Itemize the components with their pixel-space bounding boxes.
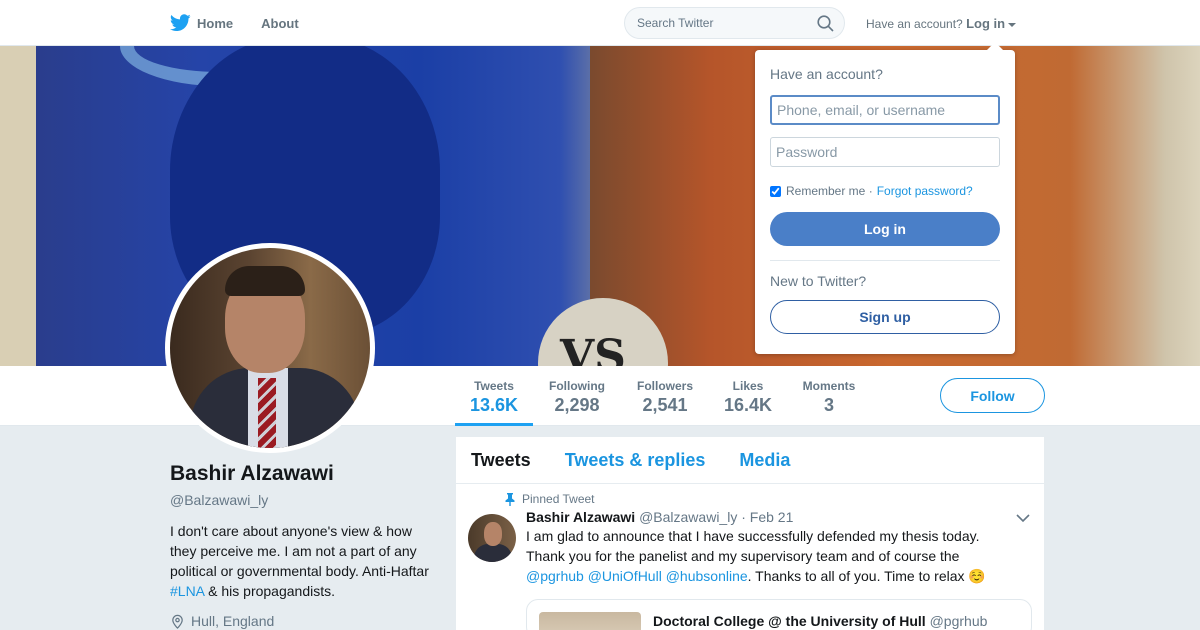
stat-moments[interactable]: Moments 3 xyxy=(797,366,861,426)
stat-followers[interactable]: Followers 2,541 xyxy=(630,366,700,426)
avatar-hair xyxy=(225,266,305,296)
location-text: Hull, England xyxy=(191,613,275,629)
tweet-text: I am glad to announce that I have succes… xyxy=(526,526,1032,586)
login-button[interactable]: Log in xyxy=(770,212,1000,246)
tweet-avatar-suit xyxy=(474,544,512,562)
tweet-text-part: . Thanks to all of you. Time to relax ☺️ xyxy=(747,568,986,584)
pin-icon xyxy=(505,492,515,506)
stat-tweets[interactable]: Tweets 13.6K xyxy=(455,366,533,426)
search-box xyxy=(624,7,845,39)
nav-home-link[interactable]: Home xyxy=(170,14,233,32)
forgot-password-link[interactable]: Forgot password? xyxy=(877,184,973,198)
profile-avatar[interactable] xyxy=(165,243,375,453)
account-prompt: Have an account? xyxy=(866,17,963,31)
dropdown-divider xyxy=(770,260,1000,261)
timeline-tabs: Tweets Tweets & replies Media xyxy=(456,437,1044,484)
quoted-author-handle: @pgrhub xyxy=(929,613,988,629)
stat-label: Following xyxy=(549,379,605,393)
tab-tweets-and-replies[interactable]: Tweets & replies xyxy=(565,450,706,471)
login-link-label: Log in xyxy=(966,16,1006,31)
stat-likes[interactable]: Likes 16.4K xyxy=(718,366,778,426)
tab-tweets[interactable]: Tweets xyxy=(471,450,531,471)
avatar-tie xyxy=(258,378,276,448)
quoted-tweet-image xyxy=(539,612,641,630)
profile-handle[interactable]: @Balzawawi_ly xyxy=(170,492,440,508)
search-input[interactable] xyxy=(637,16,807,30)
caret-down-icon xyxy=(1008,22,1017,27)
tweet-author-handle[interactable]: @Balzawawi_ly xyxy=(639,509,737,525)
nav-about-link[interactable]: About xyxy=(261,16,299,31)
top-navigation-bar: Home About Have an account? Log in xyxy=(0,0,1200,46)
location-pin-icon xyxy=(172,614,183,629)
mention-link[interactable]: @hubsonline xyxy=(666,568,748,584)
tweet-text-part: I am glad to announce that I have succes… xyxy=(526,528,980,564)
nav-about-label: About xyxy=(261,15,299,31)
quoted-tweet-author: Doctoral College @ the University of Hul… xyxy=(653,613,987,629)
login-dropdown: Have an account? Remember me · Forgot pa… xyxy=(755,42,1015,354)
stat-label: Tweets xyxy=(474,379,514,393)
timeline: Tweets Tweets & replies Media Pinned Twe… xyxy=(456,437,1044,630)
mention-link[interactable]: @UniOfHull xyxy=(588,568,662,584)
quoted-tweet-card[interactable]: Doctoral College @ the University of Hul… xyxy=(526,599,1032,630)
profile-location: Hull, England xyxy=(170,613,440,629)
tweet-date[interactable]: · Feb 21 xyxy=(741,509,793,525)
remember-row: Remember me · Forgot password? xyxy=(770,184,973,198)
stat-value: 2,298 xyxy=(554,395,600,415)
login-toggle[interactable]: Have an account? Log in xyxy=(866,16,1017,31)
nav-left-group: Home About xyxy=(170,0,327,46)
bio-text: I don't care about anyone's view & how t… xyxy=(170,523,429,579)
quoted-author-name: Doctoral College @ the University of Hul… xyxy=(653,613,926,629)
tab-media[interactable]: Media xyxy=(739,450,790,471)
profile-name[interactable]: Bashir Alzawawi xyxy=(170,462,440,486)
signup-button[interactable]: Sign up xyxy=(770,300,1000,334)
dropdown-title: Have an account? xyxy=(770,66,883,82)
vs-text: VS xyxy=(560,331,626,366)
tweet-header: Bashir Alzawawi @Balzawawi_ly · Feb 21 xyxy=(526,509,1032,525)
tweet-avatar[interactable] xyxy=(468,514,516,562)
pinned-tweet-label: Pinned Tweet xyxy=(505,492,1032,506)
pinned-text: Pinned Tweet xyxy=(522,492,595,506)
bio-hashtag-link[interactable]: #LNA xyxy=(170,583,204,599)
stat-label: Followers xyxy=(636,379,693,393)
password-field[interactable] xyxy=(770,137,1000,167)
tweet-author-name[interactable]: Bashir Alzawawi xyxy=(526,509,635,525)
stat-value: 13.6K xyxy=(469,395,519,415)
username-field[interactable] xyxy=(770,95,1000,125)
tweet-item[interactable]: Pinned Tweet Bashir Alzawawi @Balzawawi_… xyxy=(456,484,1044,630)
nav-home-label: Home xyxy=(197,15,234,31)
remember-me-checkbox[interactable] xyxy=(770,185,781,197)
chevron-down-icon[interactable] xyxy=(1016,514,1030,523)
twitter-bird-icon xyxy=(170,14,191,32)
stat-value: 2,541 xyxy=(642,395,688,415)
stat-label: Moments xyxy=(802,379,856,393)
profile-card: Bashir Alzawawi @Balzawawi_ly I don't ca… xyxy=(170,462,440,629)
stat-label: Likes xyxy=(732,379,764,393)
mention-link[interactable]: @pgrhub xyxy=(526,568,584,584)
follow-button[interactable]: Follow xyxy=(940,378,1045,413)
stat-value: 3 xyxy=(823,395,834,415)
new-to-twitter-prompt: New to Twitter? xyxy=(770,273,867,289)
stat-value: 16.4K xyxy=(723,395,773,415)
avatar-photo xyxy=(170,248,370,448)
search-icon[interactable] xyxy=(817,15,834,32)
bio-tail: & his propagandists. xyxy=(208,583,335,599)
stat-following[interactable]: Following 2,298 xyxy=(540,366,614,426)
remember-me-label: Remember me · xyxy=(786,184,873,198)
tweet-avatar-face xyxy=(484,522,502,546)
profile-bio: I don't care about anyone's view & how t… xyxy=(170,521,440,601)
